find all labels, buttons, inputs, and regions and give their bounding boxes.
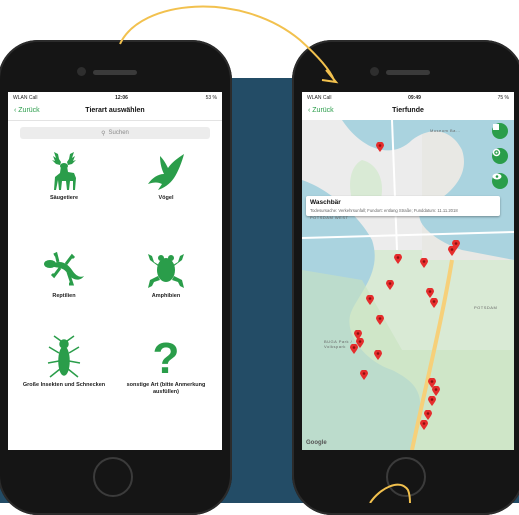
arrow-curve-bottom xyxy=(369,483,411,503)
flow-arrows xyxy=(119,5,411,503)
arrow-curve xyxy=(119,5,335,81)
